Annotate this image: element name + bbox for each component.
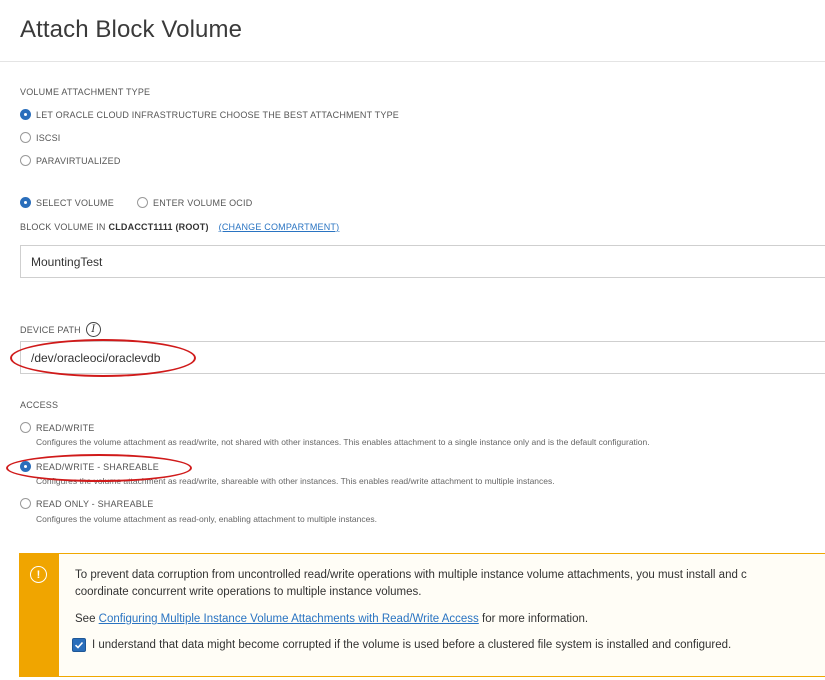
- access-description: Configures the volume attachment as read…: [36, 514, 377, 524]
- radio-unselected-icon: [20, 132, 31, 143]
- access-description: Configures the volume attachment as read…: [36, 476, 555, 486]
- radio-unselected-icon: [20, 155, 31, 166]
- checkmark-icon: [74, 641, 84, 649]
- radio-label: ENTER VOLUME OCID: [153, 197, 253, 208]
- radio-select-volume[interactable]: SELECT VOLUME: [20, 197, 114, 208]
- radio-label: READ/WRITE: [36, 422, 95, 433]
- radio-access-read-only-shareable[interactable]: READ ONLY - SHAREABLE: [20, 498, 153, 509]
- change-compartment-link[interactable]: (CHANGE COMPARTMENT): [219, 222, 340, 232]
- device-path-label-row: DEVICE PATH i: [20, 322, 101, 337]
- radio-enter-ocid[interactable]: ENTER VOLUME OCID: [137, 197, 252, 208]
- info-icon[interactable]: i: [85, 322, 101, 337]
- radio-access-read-write-shareable[interactable]: READ/WRITE - SHAREABLE: [20, 461, 159, 472]
- device-path-field[interactable]: /dev/oracleoci/oraclevdb: [20, 341, 825, 374]
- radio-access-read-write[interactable]: READ/WRITE: [20, 422, 95, 433]
- radio-label: PARAVIRTUALIZED: [36, 155, 121, 166]
- multi-instance-doc-link[interactable]: Configuring Multiple Instance Volume Att…: [99, 613, 479, 625]
- acknowledge-checkbox[interactable]: [72, 638, 86, 652]
- compartment-prefix: BLOCK VOLUME IN: [20, 222, 106, 232]
- radio-unselected-icon: [137, 197, 148, 208]
- radio-selected-icon: [20, 197, 31, 208]
- block-volume-select[interactable]: MountingTest: [20, 245, 825, 278]
- see-suffix: for more information.: [482, 613, 589, 625]
- acknowledge-label: I understand that data might become corr…: [92, 639, 732, 651]
- radio-unselected-icon: [20, 498, 31, 509]
- compartment-line: BLOCK VOLUME IN CLDACCT1111 (ROOT) (CHAN…: [20, 222, 339, 232]
- radio-attach-auto[interactable]: LET ORACLE CLOUD INFRASTRUCTURE CHOOSE T…: [20, 109, 399, 120]
- warning-line-1: To prevent data corruption from uncontro…: [75, 569, 747, 581]
- access-label: ACCESS: [20, 400, 59, 410]
- radio-label: SELECT VOLUME: [36, 197, 114, 208]
- attachment-type-label: VOLUME ATTACHMENT TYPE: [20, 87, 151, 97]
- warning-icon: !: [30, 566, 47, 583]
- access-description: Configures the volume attachment as read…: [36, 437, 650, 447]
- radio-label: READ ONLY - SHAREABLE: [36, 498, 154, 509]
- radio-attach-iscsi[interactable]: ISCSI: [20, 132, 61, 143]
- acknowledge-row: I understand that data might become corr…: [72, 638, 731, 652]
- radio-selected-icon: [20, 461, 31, 472]
- warning-line-2: coordinate concurrent write operations t…: [75, 586, 422, 598]
- radio-label: READ/WRITE - SHAREABLE: [36, 461, 159, 472]
- page-title: Attach Block Volume: [20, 16, 243, 43]
- compartment-name: CLDACCT1111 (ROOT): [108, 222, 209, 232]
- warning-see-line: See Configuring Multiple Instance Volume…: [75, 613, 588, 625]
- device-path-label: DEVICE PATH: [20, 324, 81, 335]
- see-prefix: See: [75, 613, 96, 625]
- radio-label: LET ORACLE CLOUD INFRASTRUCTURE CHOOSE T…: [36, 109, 399, 120]
- radio-label: ISCSI: [36, 132, 61, 143]
- radio-selected-icon: [20, 109, 31, 120]
- radio-attach-paravirtualized[interactable]: PARAVIRTUALIZED: [20, 155, 121, 166]
- radio-unselected-icon: [20, 422, 31, 433]
